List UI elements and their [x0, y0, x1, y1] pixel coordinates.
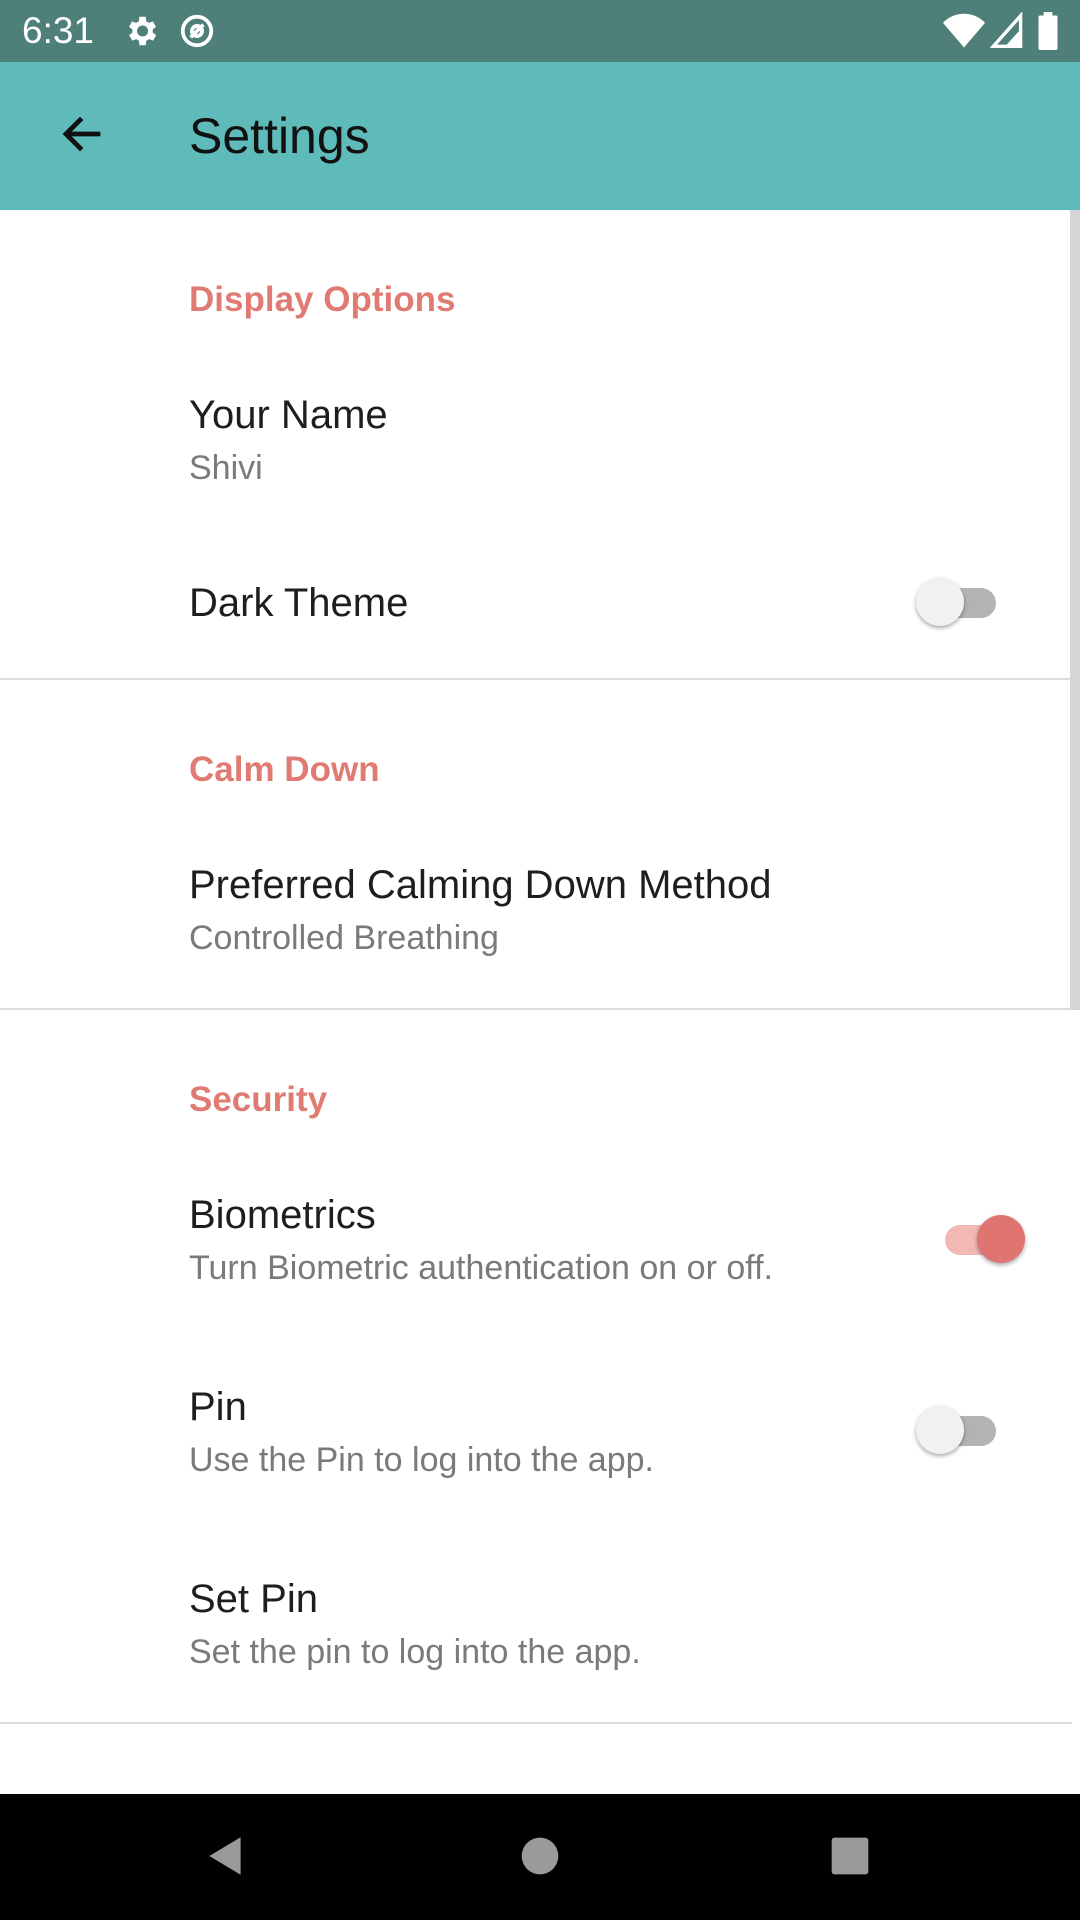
signal-icon: [989, 11, 1024, 50]
app-bar: Settings: [0, 62, 1080, 210]
pref-your-name-title: Your Name: [189, 393, 388, 437]
section-header-calm-down: Calm Down: [189, 750, 380, 789]
switch-thumb: [916, 578, 964, 626]
pref-biometrics[interactable]: Biometrics Turn Biometric authentication…: [0, 1160, 1072, 1330]
pin-switch[interactable]: [916, 1402, 1006, 1458]
gear-icon: [122, 12, 160, 50]
switch-thumb: [977, 1215, 1025, 1263]
pref-biometrics-summary: Turn Biometric authentication on or off.: [189, 1249, 773, 1287]
nav-recents-icon: [828, 1834, 872, 1883]
divider: [0, 1008, 1072, 1010]
page-title: Settings: [189, 108, 370, 164]
at-icon: [178, 12, 216, 50]
scrollbar[interactable]: [1070, 210, 1080, 1010]
battery-icon: [1036, 12, 1060, 51]
pref-pin[interactable]: Pin Use the Pin to log into the app.: [0, 1352, 1072, 1522]
nav-bar: [0, 1794, 1080, 1920]
settings-list[interactable]: Display Options Your Name Shivi Dark The…: [0, 210, 1080, 1794]
pref-dark-theme[interactable]: Dark Theme: [0, 520, 1072, 650]
arrow-back-icon: [58, 110, 106, 163]
section-header-display-options: Display Options: [189, 280, 456, 319]
dark-theme-switch[interactable]: [916, 574, 1006, 630]
nav-recents-button[interactable]: [810, 1818, 890, 1898]
biometrics-switch[interactable]: [935, 1211, 1025, 1267]
pref-set-pin-summary: Set the pin to log into the app.: [189, 1633, 641, 1671]
settings-screen: 6:31 Settings Display Options Your Name …: [0, 0, 1080, 1920]
pref-pin-title: Pin: [189, 1385, 247, 1429]
status-bar: 6:31: [0, 0, 1080, 62]
pref-calming-method-summary: Controlled Breathing: [189, 919, 499, 957]
wifi-icon: [942, 12, 986, 50]
pref-set-pin[interactable]: Set Pin Set the pin to log into the app.: [0, 1544, 1072, 1714]
pref-pin-summary: Use the Pin to log into the app.: [189, 1441, 654, 1479]
nav-home-icon: [518, 1834, 562, 1883]
divider: [0, 1722, 1072, 1724]
pref-your-name[interactable]: Your Name Shivi: [0, 360, 1072, 510]
pref-dark-theme-title: Dark Theme: [189, 581, 409, 625]
nav-home-button[interactable]: [500, 1818, 580, 1898]
pref-your-name-summary: Shivi: [189, 449, 263, 487]
pref-calming-method-title: Preferred Calming Down Method: [189, 863, 772, 907]
nav-back-button[interactable]: [186, 1818, 266, 1898]
nav-back-icon: [201, 1831, 251, 1886]
pref-set-pin-title: Set Pin: [189, 1577, 318, 1621]
pref-calming-method[interactable]: Preferred Calming Down Method Controlled…: [0, 830, 1072, 1000]
section-header-security: Security: [189, 1080, 328, 1119]
switch-thumb: [916, 1406, 964, 1454]
divider: [0, 678, 1072, 680]
back-button[interactable]: [30, 84, 134, 188]
status-time: 6:31: [22, 10, 95, 51]
pref-biometrics-title: Biometrics: [189, 1193, 376, 1237]
